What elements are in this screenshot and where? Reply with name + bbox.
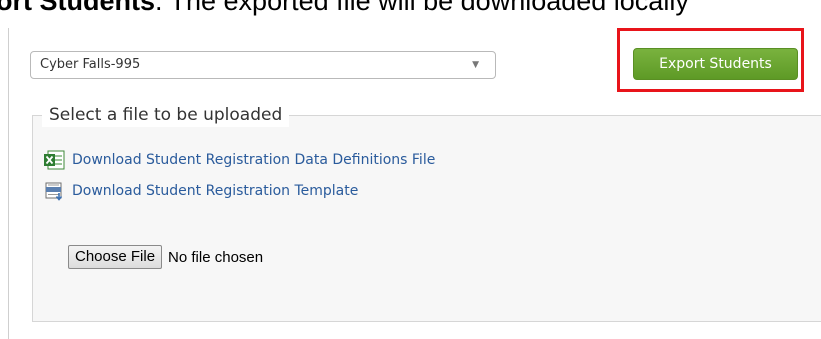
upload-fieldset [32,115,821,322]
export-students-button[interactable]: Export Students [633,48,798,80]
instruction-caption: ort Students. The exported file will be … [0,0,689,17]
caption-rest: . The exported file will be downloaded l… [155,0,689,16]
download-template-link[interactable]: Download Student Registration Template [44,181,358,201]
panel-left-border [8,28,9,339]
chevron-down-icon: ▼ [472,60,479,70]
excel-file-icon [44,150,66,170]
school-select-value: Cyber Falls-995 [40,57,141,72]
school-select[interactable]: Cyber Falls-995 ▼ [30,51,496,79]
csv-file-icon [44,181,66,201]
file-status-text: No file chosen [168,248,264,266]
upload-legend: Select a file to be uploaded [42,103,290,127]
file-input[interactable]: Choose File No file chosen [68,244,263,270]
download-definitions-link[interactable]: Download Student Registration Data Defin… [44,150,435,170]
download-definitions-label: Download Student Registration Data Defin… [72,152,436,168]
choose-file-button[interactable]: Choose File [68,245,163,269]
download-template-label: Download Student Registration Template [72,183,359,199]
caption-bold: ort Students [0,0,155,16]
